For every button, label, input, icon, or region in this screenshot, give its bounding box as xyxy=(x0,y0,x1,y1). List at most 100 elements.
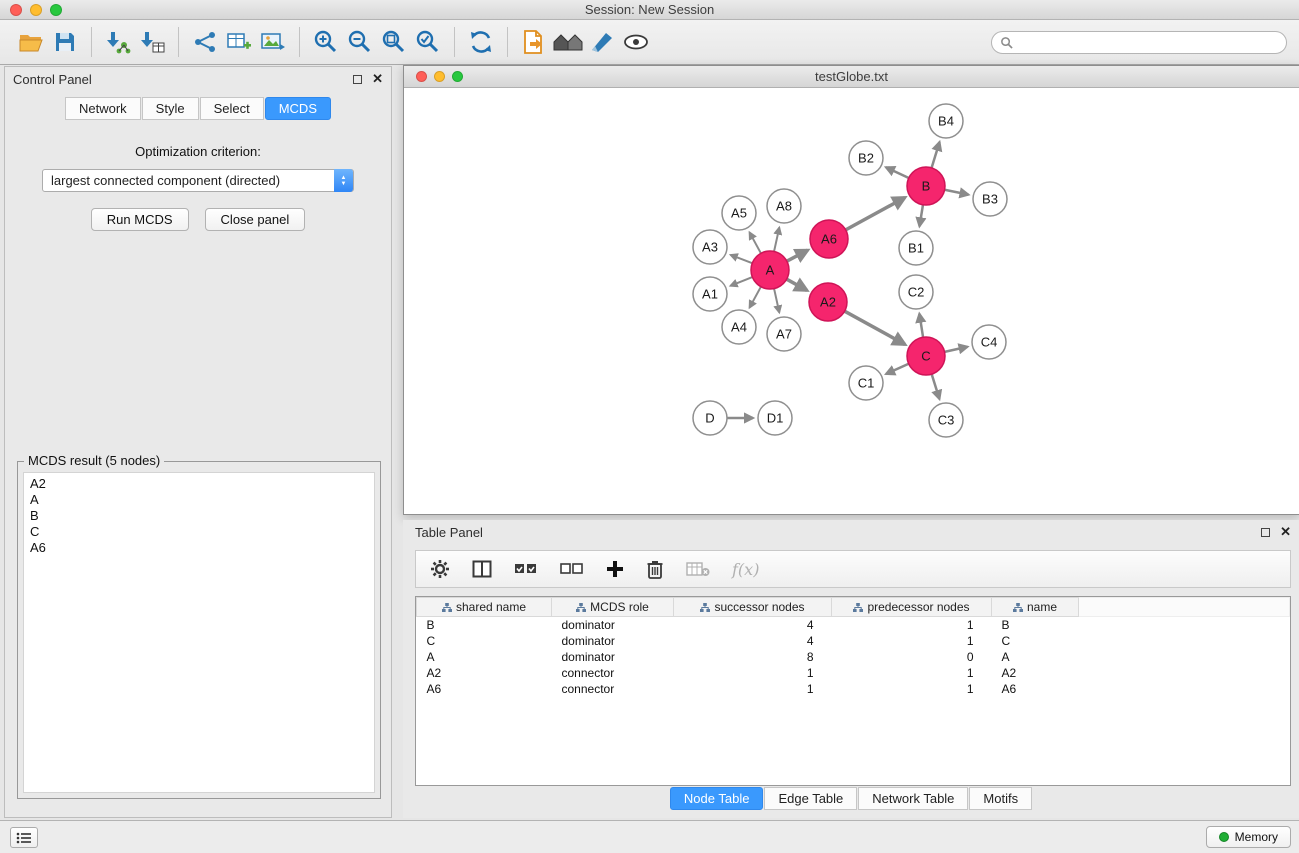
table-cell[interactable]: B xyxy=(417,617,552,633)
edge-A2-C[interactable] xyxy=(845,311,905,344)
node-D[interactable]: D xyxy=(693,401,727,435)
edge-B-B1[interactable] xyxy=(920,205,923,227)
node-B3[interactable]: B3 xyxy=(973,182,1007,216)
network-canvas[interactable]: B4B2BB3A5A8A6B1A3AC2A1A2A4A7C4CC1C3DD1 xyxy=(404,88,1299,514)
node-B4[interactable]: B4 xyxy=(929,104,963,138)
edge-A-A7[interactable] xyxy=(774,289,779,313)
table-cell[interactable]: 1 xyxy=(832,633,992,649)
edge-A6-B[interactable] xyxy=(846,198,905,230)
open-panel-button[interactable] xyxy=(517,25,551,59)
table-cell[interactable]: B xyxy=(992,617,1079,633)
table-cell[interactable]: dominator xyxy=(552,649,674,665)
table-cell[interactable]: connector xyxy=(552,665,674,681)
table-cell[interactable]: 1 xyxy=(832,681,992,697)
tab-style[interactable]: Style xyxy=(142,97,199,120)
network-close-button[interactable] xyxy=(416,71,427,82)
table-row[interactable]: Cdominator41C xyxy=(417,633,1290,649)
network-zoom-button[interactable] xyxy=(452,71,463,82)
table-cell[interactable]: A2 xyxy=(992,665,1079,681)
table-row[interactable]: Bdominator41B xyxy=(417,617,1290,633)
function-builder-button[interactable]: f(x) xyxy=(732,560,759,579)
refresh-layout-button[interactable] xyxy=(464,25,498,59)
tab-network-table[interactable]: Network Table xyxy=(858,787,968,810)
node-C3[interactable]: C3 xyxy=(929,403,963,437)
tab-motifs[interactable]: Motifs xyxy=(969,787,1032,810)
close-panel-icon[interactable]: ✕ xyxy=(372,74,383,84)
edge-A-A2[interactable] xyxy=(787,279,807,290)
node-C2[interactable]: C2 xyxy=(899,275,933,309)
zoom-fit-button[interactable] xyxy=(377,25,411,59)
close-table-panel-icon[interactable]: ✕ xyxy=(1280,527,1291,537)
node-A6[interactable]: A6 xyxy=(810,220,848,258)
node-A7[interactable]: A7 xyxy=(767,317,801,351)
table-cell[interactable]: A6 xyxy=(417,681,552,697)
run-mcds-button[interactable]: Run MCDS xyxy=(91,208,189,231)
node-A2[interactable]: A2 xyxy=(809,283,847,321)
column-header-predecessor-nodes[interactable]: predecessor nodes xyxy=(832,598,992,617)
node-A[interactable]: A xyxy=(751,251,789,289)
table-row[interactable]: Adominator80A xyxy=(417,649,1290,665)
column-header-name[interactable]: name xyxy=(992,598,1079,617)
open-session-button[interactable] xyxy=(14,25,48,59)
save-session-button[interactable] xyxy=(48,25,82,59)
node-A8[interactable]: A8 xyxy=(767,189,801,223)
close-panel-button[interactable]: Close panel xyxy=(205,208,306,231)
result-item[interactable]: C xyxy=(30,524,368,540)
edge-C-C1[interactable] xyxy=(886,364,909,374)
edge-C-C4[interactable] xyxy=(945,347,968,352)
network-minimize-button[interactable] xyxy=(434,71,445,82)
result-item[interactable]: A6 xyxy=(30,540,368,556)
table-cell[interactable]: 1 xyxy=(674,681,832,697)
show-columns-button[interactable] xyxy=(472,560,492,578)
edge-B-B2[interactable] xyxy=(886,167,909,178)
new-table-button[interactable] xyxy=(222,25,256,59)
import-network-button[interactable] xyxy=(101,25,135,59)
edge-A-A1[interactable] xyxy=(730,277,752,286)
table-cell[interactable]: dominator xyxy=(552,633,674,649)
table-row[interactable]: A6connector11A6 xyxy=(417,681,1290,697)
table-settings-button[interactable] xyxy=(430,559,450,579)
result-item[interactable]: A xyxy=(30,492,368,508)
table-cell[interactable]: 1 xyxy=(832,617,992,633)
node-A3[interactable]: A3 xyxy=(693,230,727,264)
table-cell[interactable]: 4 xyxy=(674,617,832,633)
tab-node-table[interactable]: Node Table xyxy=(670,787,764,810)
table-row[interactable]: A2connector11A2 xyxy=(417,665,1290,681)
table-cell[interactable]: A xyxy=(417,649,552,665)
column-header-mcds-role[interactable]: MCDS role xyxy=(552,598,674,617)
float-table-panel-icon[interactable] xyxy=(1261,528,1270,537)
table-cell[interactable]: 1 xyxy=(832,665,992,681)
show-panels-button[interactable] xyxy=(10,827,38,848)
style-brush-button[interactable] xyxy=(585,25,619,59)
node-D1[interactable]: D1 xyxy=(758,401,792,435)
show-hide-button[interactable] xyxy=(619,25,653,59)
edge-A-A5[interactable] xyxy=(750,232,761,253)
new-network-button[interactable] xyxy=(188,25,222,59)
node-A1[interactable]: A1 xyxy=(693,277,727,311)
table-cell[interactable]: connector xyxy=(552,681,674,697)
optimization-criterion-select[interactable]: largest connected component (directed) ▲… xyxy=(42,169,354,192)
tab-select[interactable]: Select xyxy=(200,97,264,120)
edge-A-A3[interactable] xyxy=(731,255,753,263)
node-B[interactable]: B xyxy=(907,167,945,205)
edge-C-C2[interactable] xyxy=(919,314,923,337)
node-C4[interactable]: C4 xyxy=(972,325,1006,359)
close-window-button[interactable] xyxy=(10,4,22,16)
node-A5[interactable]: A5 xyxy=(722,196,756,230)
tab-mcds[interactable]: MCDS xyxy=(265,97,331,120)
table-cell[interactable]: 0 xyxy=(832,649,992,665)
network-graph[interactable]: B4B2BB3A5A8A6B1A3AC2A1A2A4A7C4CC1C3DD1 xyxy=(404,88,1299,514)
zoom-selected-button[interactable] xyxy=(411,25,445,59)
add-row-button[interactable] xyxy=(606,560,624,578)
select-all-button[interactable] xyxy=(514,562,538,576)
home-button[interactable] xyxy=(551,25,585,59)
float-panel-icon[interactable] xyxy=(353,75,362,84)
table-cell[interactable]: A2 xyxy=(417,665,552,681)
node-table[interactable]: shared nameMCDS rolesuccessor nodesprede… xyxy=(415,596,1291,786)
search-input[interactable] xyxy=(1013,32,1286,53)
column-header-successor-nodes[interactable]: successor nodes xyxy=(674,598,832,617)
table-cell[interactable]: C xyxy=(417,633,552,649)
table-cell[interactable]: 1 xyxy=(674,665,832,681)
table-cell[interactable]: 4 xyxy=(674,633,832,649)
table-cell[interactable]: dominator xyxy=(552,617,674,633)
